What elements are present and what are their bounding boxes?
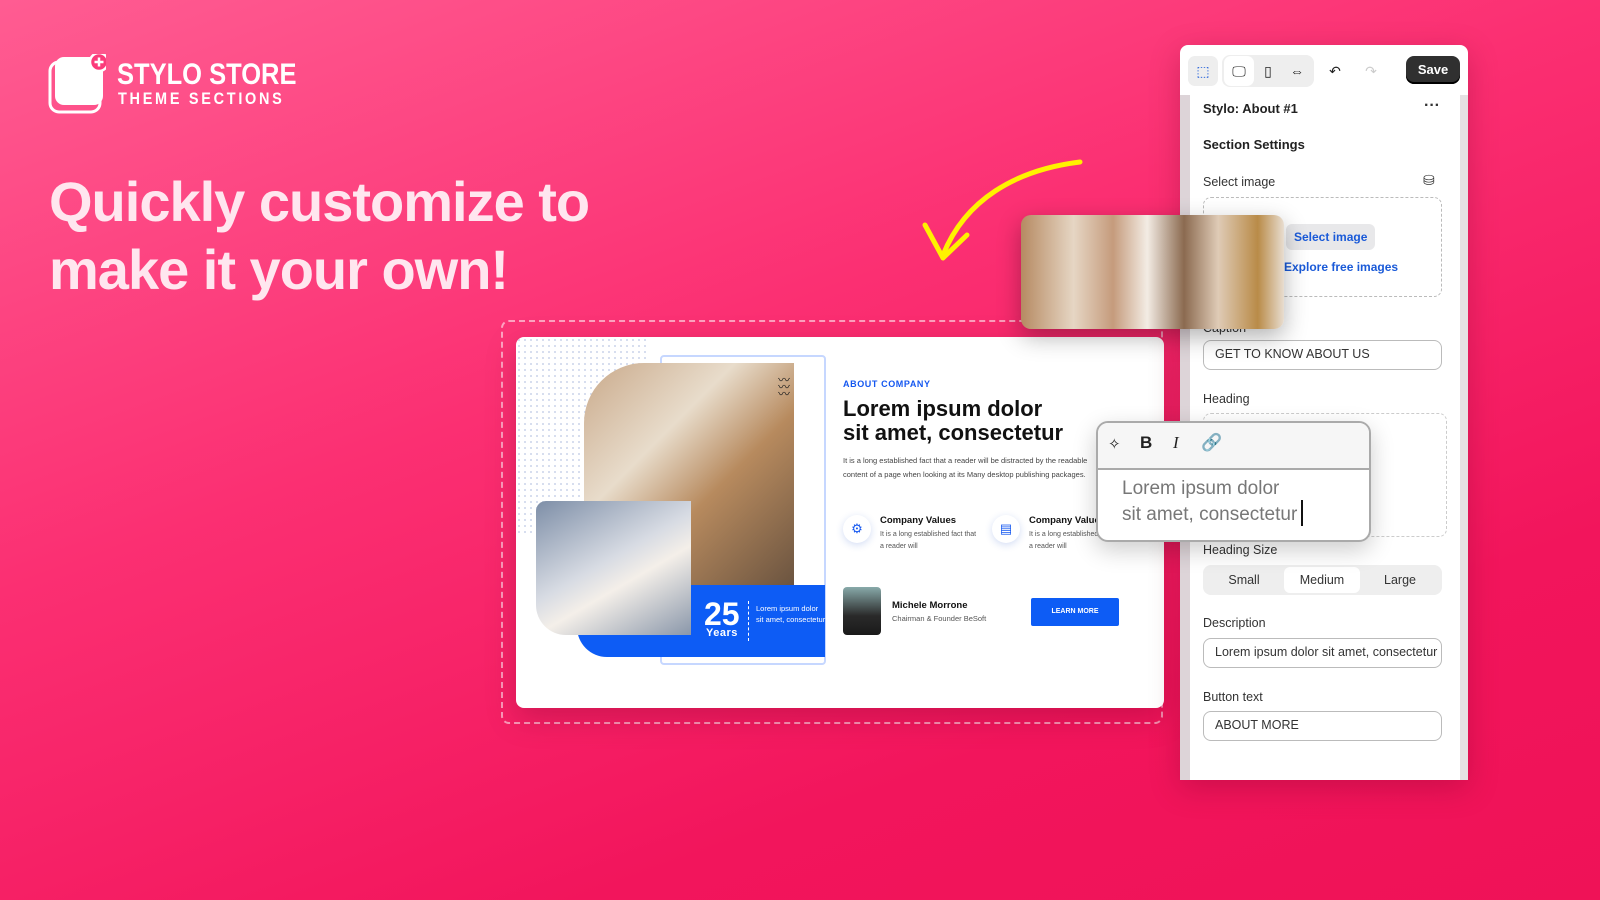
feature-title: Company Values (1029, 515, 1106, 526)
explore-images-link[interactable]: Explore free images (1284, 260, 1398, 274)
brand-name: STYLO STORE (117, 58, 297, 91)
panel-scrollbar[interactable] (1460, 95, 1468, 780)
heading-line-1: Lorem ipsum dolor (843, 396, 1043, 421)
feature-title: Company Values (880, 515, 957, 526)
years-text: Lorem ipsum dolor sit amet, consectetur (756, 604, 826, 624)
waves-icon: 〰〰〰 (778, 373, 791, 401)
settings-title: Section Settings (1203, 137, 1305, 152)
text-caret (1301, 500, 1304, 526)
desktop-icon[interactable]: 🖵 (1224, 56, 1254, 86)
person-name: Michele Morrone (892, 600, 968, 611)
editor-line-1: Lorem ipsum dolor (1122, 478, 1280, 499)
headline: Quickly customize to make it your own! (49, 168, 590, 304)
link-icon[interactable]: 🔗 (1201, 433, 1222, 453)
years-label: Years (706, 627, 738, 639)
dragged-image[interactable] (1021, 215, 1284, 329)
person-avatar (843, 587, 881, 635)
bold-icon[interactable]: B (1140, 433, 1152, 453)
button-text-label: Button text (1203, 690, 1263, 704)
smiling-woman-photo (536, 501, 691, 635)
section-description: It is a long established fact that a rea… (843, 456, 1088, 479)
heading-label: Heading (1203, 392, 1250, 406)
about-section-preview[interactable]: 〰〰〰 25 Years Lorem ipsum dolor sit amet,… (516, 337, 1164, 708)
editor-content[interactable]: Lorem ipsum dolor sit amet, consectetur (1098, 470, 1369, 526)
undo-icon[interactable]: ↶ (1320, 56, 1350, 86)
heading-line-2: sit amet, consectetur (843, 420, 1064, 445)
description-input[interactable]: Lorem ipsum dolor sit amet, consectetur (1203, 638, 1442, 668)
caption-input[interactable]: GET TO KNOW ABOUT US (1203, 340, 1442, 370)
description-label: Description (1203, 616, 1266, 630)
rich-text-editor[interactable]: ✧ B I 🔗 Lorem ipsum dolor sit amet, cons… (1096, 421, 1371, 542)
feature-text: It is a long established fact that a rea… (880, 531, 977, 550)
headline-line-1: Quickly customize to (49, 170, 590, 233)
eyebrow: ABOUT COMPANY (843, 379, 931, 389)
select-image-button[interactable]: Select image (1286, 224, 1376, 250)
button-text-input[interactable]: ABOUT MORE (1203, 711, 1442, 741)
size-medium[interactable]: Medium (1284, 567, 1360, 593)
select-element-icon[interactable]: ⬚ (1188, 56, 1218, 86)
database-icon[interactable]: ⛁ (1423, 172, 1435, 189)
logo-icon (48, 54, 106, 114)
section-heading: Lorem ipsum dolor sit amet, consectetur (843, 397, 1063, 445)
size-large[interactable]: Large (1362, 567, 1438, 593)
person-role: Chairman & Founder BeSoft (892, 614, 987, 623)
ai-sparkle-icon[interactable]: ✧ (1108, 435, 1121, 453)
mobile-icon[interactable]: ▯ (1253, 56, 1283, 86)
headline-line-2: make it your own! (49, 238, 509, 301)
divider (748, 601, 749, 641)
document-icon: ▤ (992, 515, 1020, 543)
target-gear-icon: ⚙ (843, 515, 871, 543)
section-title: Stylo: About #1 (1203, 101, 1298, 116)
italic-icon[interactable]: I (1173, 433, 1179, 453)
viewport-toggle: 🖵 ▯ ⇔ (1222, 55, 1314, 87)
learn-more-button[interactable]: LEARN MORE (1031, 598, 1119, 626)
editor-line-2: sit amet, consectetur (1122, 504, 1298, 525)
select-image-label: Select image (1203, 175, 1276, 189)
heading-size-label: Heading Size (1203, 543, 1278, 557)
brand-tagline: THEME SECTIONS (118, 89, 285, 108)
more-options-icon[interactable]: ··· (1424, 97, 1440, 115)
editor-toolbar: ✧ B I 🔗 (1098, 423, 1369, 470)
save-button[interactable]: Save (1406, 56, 1460, 84)
size-small[interactable]: Small (1206, 567, 1282, 593)
redo-icon[interactable]: ↷ (1356, 56, 1386, 86)
heading-size-toggle: Small Medium Large (1203, 565, 1442, 595)
fullwidth-icon[interactable]: ⇔ (1282, 56, 1312, 86)
settings-panel: ⬚ 🖵 ▯ ⇔ ↶ ↷ Save Stylo: About #1 ··· Sec… (1180, 45, 1468, 780)
